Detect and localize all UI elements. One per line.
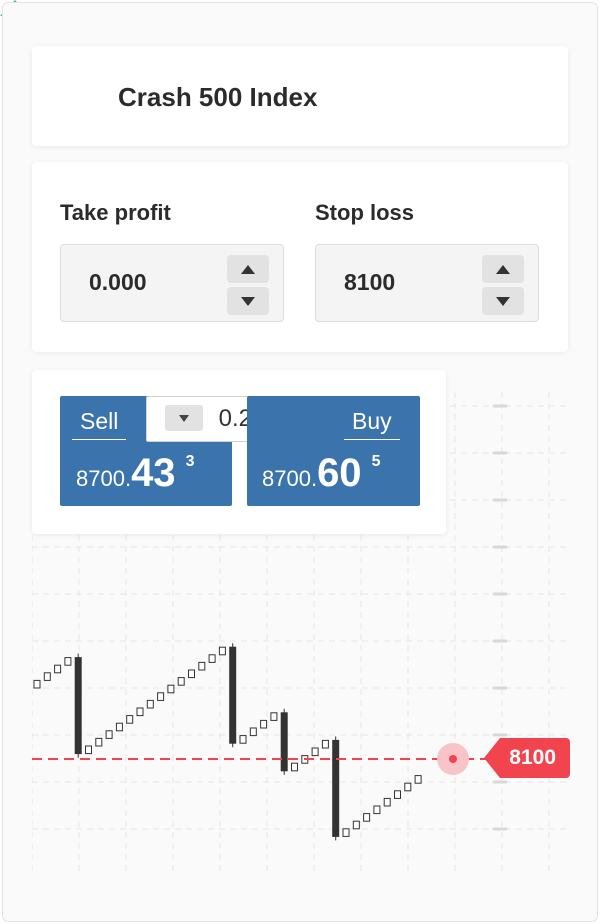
take-profit-decrement-button[interactable] [227,287,269,315]
sell-price-fraction: 3 [185,453,195,470]
take-profit-field[interactable]: 0.000 [60,244,284,322]
candle-up [373,805,381,815]
candle-up [394,790,401,799]
candle-up [126,715,134,724]
take-profit-label: Take profit [60,200,171,225]
stop-loss-price-tag: 8100 [484,738,570,778]
candle-up [33,679,41,689]
buy-price-main: 8700. [262,466,318,491]
quantity-decrement-button[interactable] [165,405,203,431]
caret-up-icon [496,264,510,274]
candle-up [208,654,216,663]
sell-label: Sell [72,408,127,440]
buy-price: 8700.60 5 [262,451,380,496]
candle-up [404,782,412,792]
candle-up [95,737,103,747]
candle-down [280,712,288,772]
candle-up [260,719,268,729]
candle-up [85,745,92,755]
candle-up [414,775,422,784]
candle-up [363,813,371,822]
sell-price-pips: 43 [131,451,176,495]
candle-up [136,707,144,717]
candle-up [54,664,62,674]
candle-up [115,722,123,732]
candle-up [146,699,154,709]
candle-up [177,677,185,686]
take-profit-increment-button[interactable] [227,255,269,283]
stop-loss-value[interactable]: 8100 [344,269,395,296]
sell-price-main: 8700. [76,466,132,491]
candle-up [291,762,298,772]
candle-up [188,669,195,679]
candle-up [218,646,226,656]
sell-price: 8700.43 3 [76,451,194,496]
candle-down [332,739,340,837]
candle-up [249,727,257,737]
stop-loss-handle-dot [449,755,457,763]
buy-price-fraction: 5 [371,453,381,470]
candle-down [229,646,237,744]
candle-up [352,820,360,830]
candle-up [342,828,350,837]
stop-loss-increment-button[interactable] [482,255,524,283]
caret-up-icon [241,264,255,274]
caret-down-icon [241,296,255,306]
candle-up [383,797,391,807]
candle-up [311,747,319,757]
symbol-name: Crash 500 Index [118,82,318,112]
candle-up [157,692,165,701]
candle-up [64,657,72,666]
candle-up [321,739,329,749]
candle-up [105,730,113,739]
buy-label-area[interactable]: Buy [334,396,420,446]
stop-loss-label: Stop loss [315,200,415,225]
take-profit-value[interactable]: 0.000 [89,269,147,296]
stop-loss-drag-handle[interactable] [437,743,469,775]
buy-label: Buy [344,408,400,440]
candle-up [167,684,175,694]
candle-down [74,657,82,755]
candle-up [43,672,51,681]
stop-loss-decrement-button[interactable] [482,287,524,315]
candle-up [239,735,247,744]
caret-down-icon [496,296,510,306]
candle-up [198,661,206,671]
candle-up [270,712,278,721]
buy-price-pips: 60 [317,451,362,495]
stop-loss-field[interactable]: 8100 [315,244,539,322]
caret-down-icon [179,414,189,422]
